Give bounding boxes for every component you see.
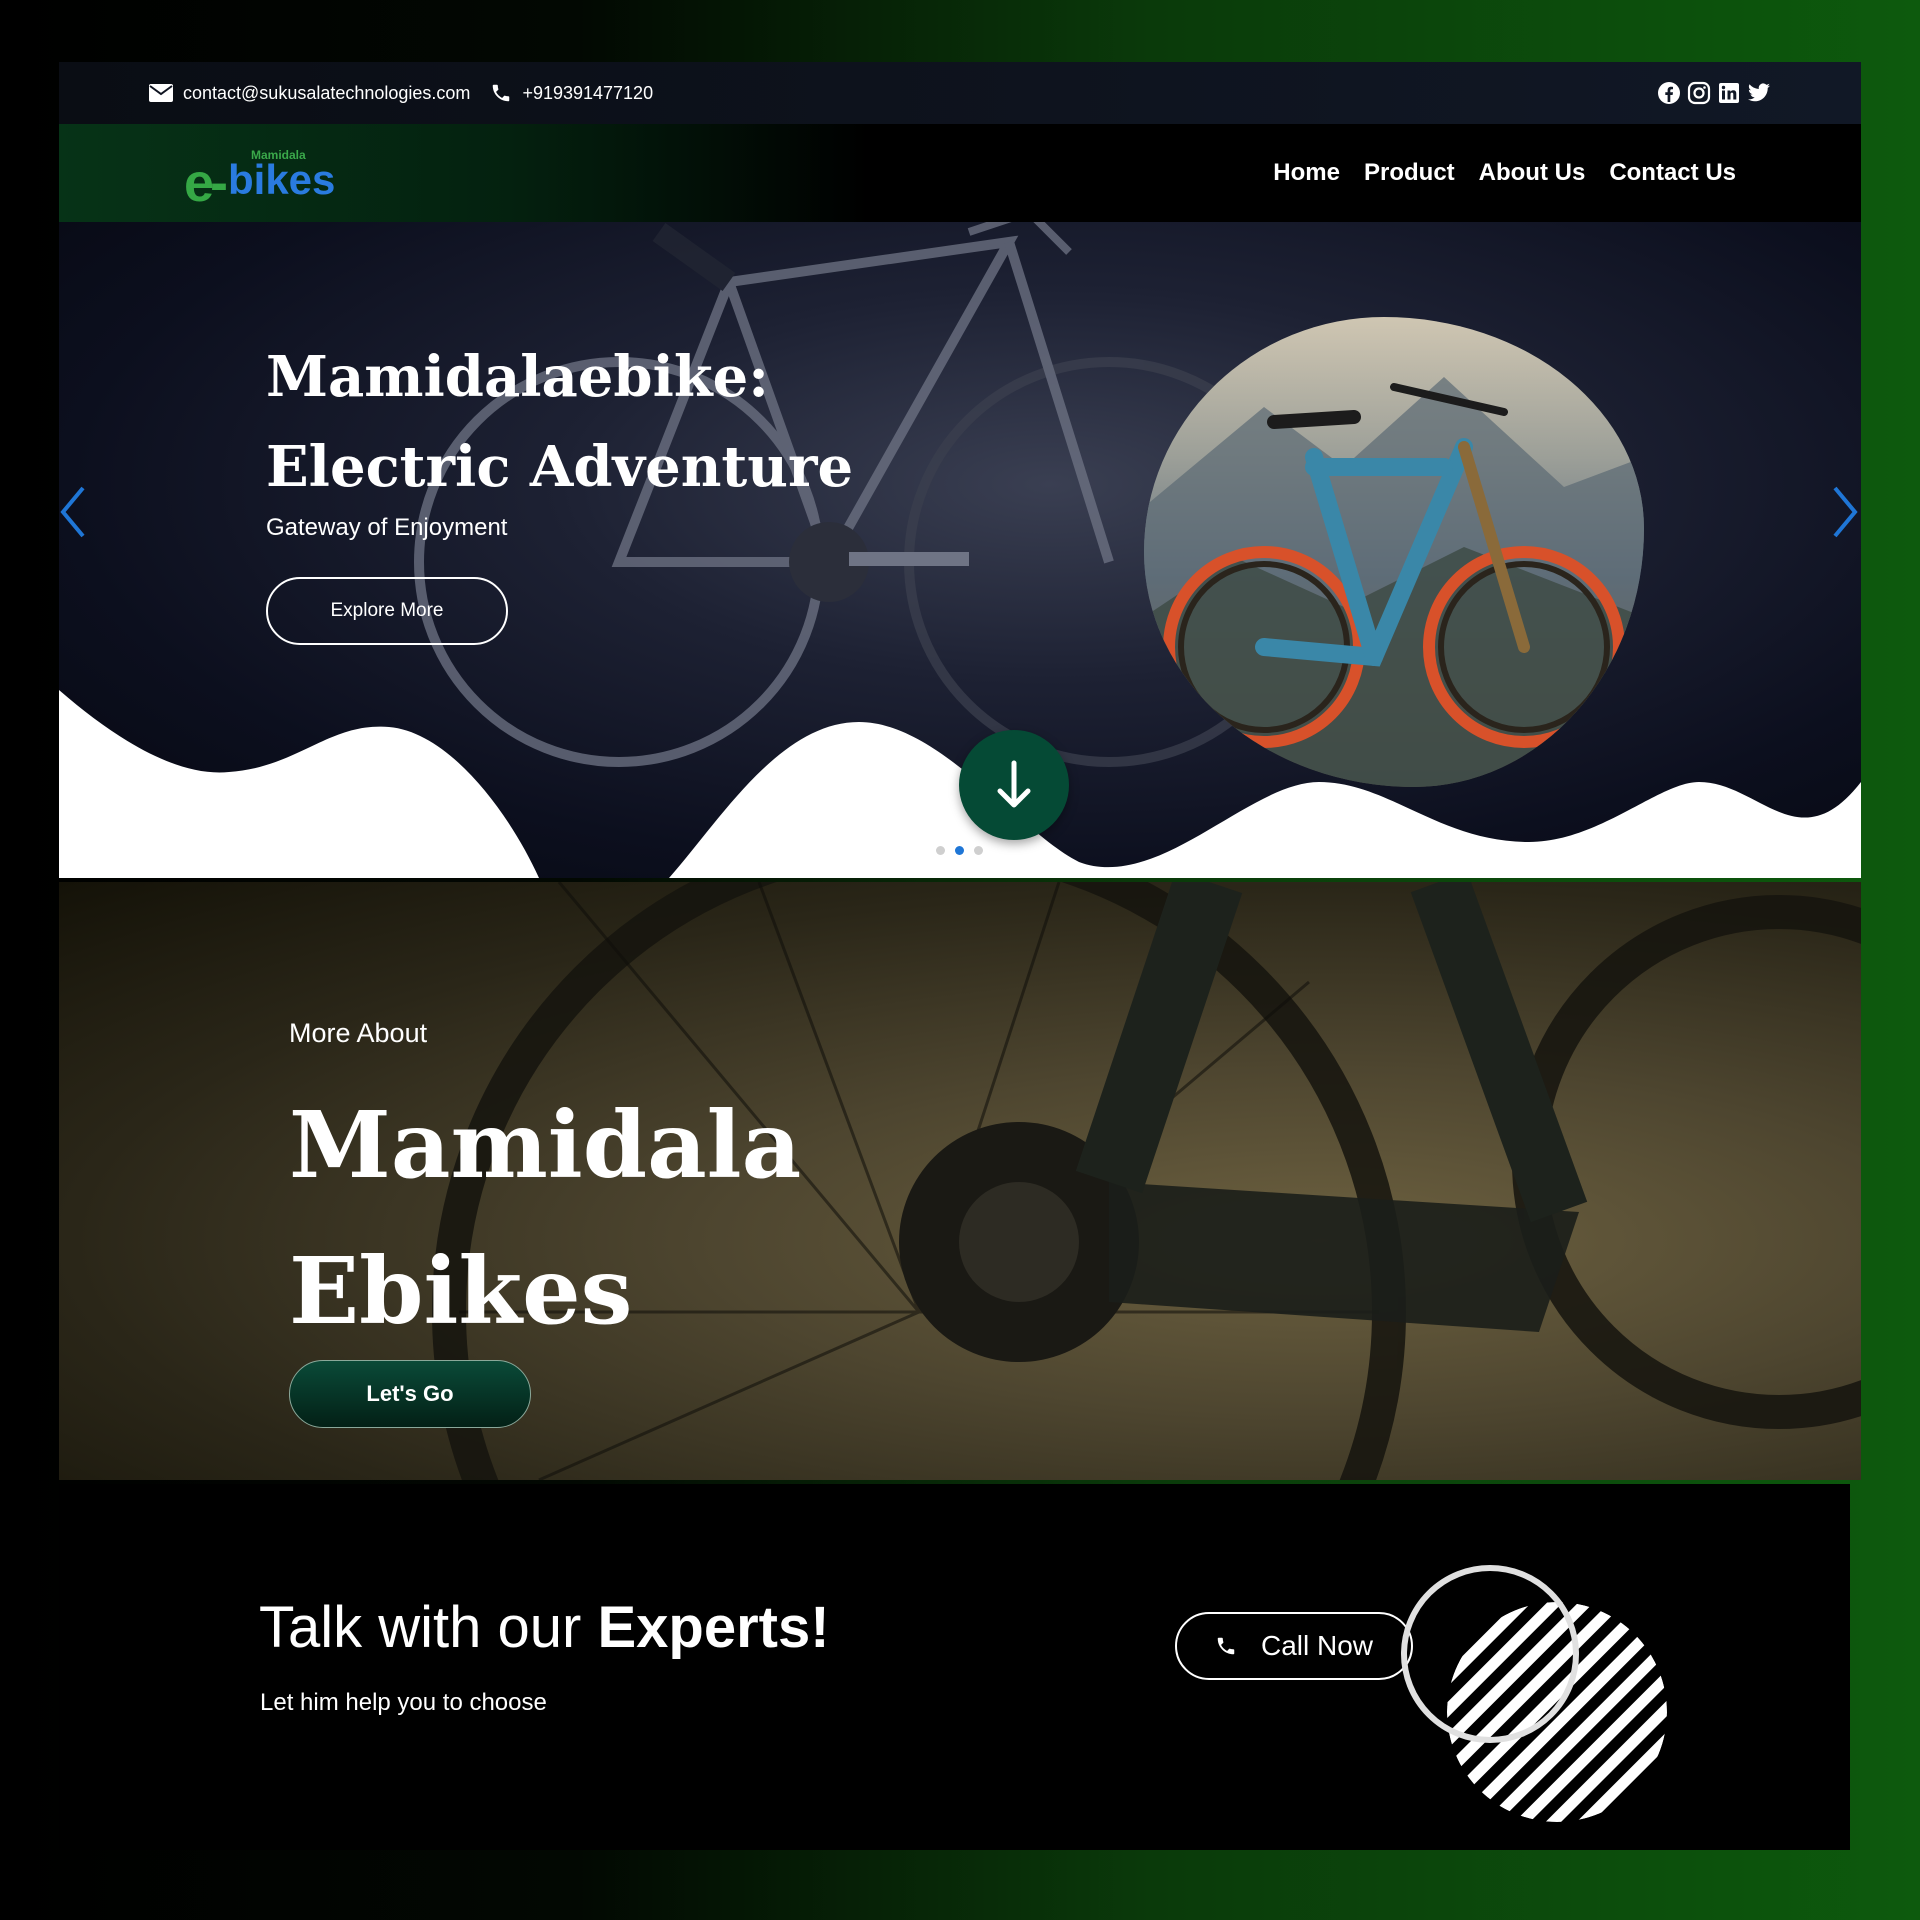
experts-title-bold: Experts! [597, 1595, 830, 1660]
linkedin-icon[interactable] [1717, 81, 1741, 105]
about-label: More About [289, 1018, 428, 1048]
slider-dot-3[interactable] [974, 846, 983, 855]
next-slide-chevron-icon[interactable] [1831, 484, 1859, 540]
social-links [1657, 81, 1771, 105]
experts-subtitle: Let him help you to choose [260, 1689, 547, 1716]
instagram-icon[interactable] [1687, 81, 1711, 105]
nav-about-us[interactable]: About Us [1479, 159, 1586, 187]
contact-info: contact@sukusalatechnologies.com +919391… [149, 82, 653, 104]
arrow-down-icon [997, 760, 1031, 808]
slider-dot-2[interactable] [955, 846, 964, 855]
phone-link[interactable]: +919391477120 [490, 82, 653, 104]
call-now-label: Call Now [1260, 1630, 1374, 1661]
experts-cta-section: Talk with our Experts! Let him help you … [59, 1484, 1850, 1850]
logo-main-text: bikes [228, 156, 336, 203]
lets-go-button[interactable]: Let's Go [289, 1360, 531, 1428]
nav-product[interactable]: Product [1364, 159, 1455, 187]
facebook-icon[interactable] [1657, 81, 1681, 105]
hero-slider: Mamidalaebike: Electric Adventure Gatewa… [59, 222, 1861, 878]
decorative-striped-circles [1401, 1565, 1667, 1822]
phone-icon [493, 84, 510, 102]
email-text: contact@sukusalatechnologies.com [183, 82, 471, 103]
slider-pagination [936, 846, 983, 855]
about-title: Mamidala Ebikes [289, 1072, 801, 1364]
prev-slide-chevron-icon[interactable] [59, 484, 87, 540]
about-title-line-2: Ebikes [289, 1237, 633, 1345]
logo-e-letter: e- [184, 153, 228, 213]
brand-logo[interactable]: Mamidala e- bikes [184, 138, 374, 213]
main-navbar: Mamidala e- bikes Home Product About Us … [59, 124, 1861, 222]
nav-contact-us[interactable]: Contact Us [1609, 159, 1736, 187]
nav-home[interactable]: Home [1273, 159, 1340, 187]
phone-text: +919391477120 [522, 82, 654, 103]
experts-title: Talk with our Experts! [259, 1594, 830, 1661]
twitter-icon[interactable] [1747, 81, 1771, 105]
nav-menu: Home Product About Us Contact Us [1273, 159, 1736, 187]
experts-title-plain: Talk with our [259, 1595, 598, 1660]
top-info-bar: contact@sukusalatechnologies.com +919391… [59, 62, 1861, 124]
slider-dot-1[interactable] [936, 846, 945, 855]
call-now-button[interactable]: Call Now [1175, 1612, 1413, 1680]
scroll-down-button[interactable] [959, 730, 1069, 840]
about-section: More About Mamidala Ebikes Let's Go [59, 882, 1861, 1480]
email-link[interactable]: contact@sukusalatechnologies.com [149, 83, 470, 104]
mail-icon [149, 84, 173, 102]
phone-icon [1217, 1637, 1235, 1655]
about-title-line-1: Mamidala [289, 1091, 802, 1199]
